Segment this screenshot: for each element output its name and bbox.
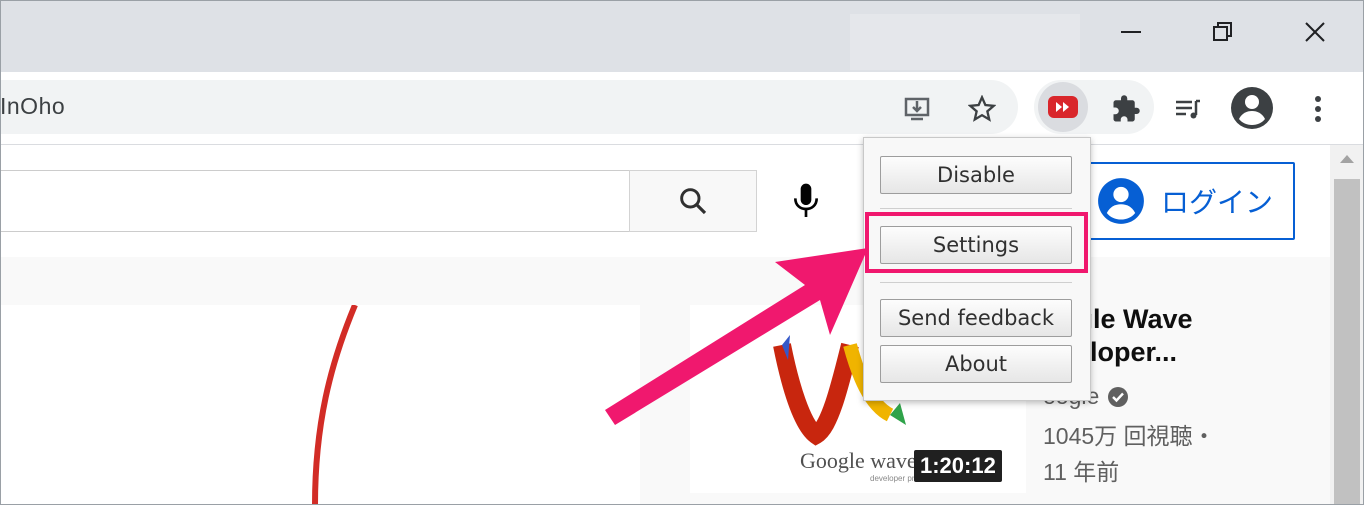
annotation-arrow bbox=[605, 248, 868, 425]
settings-highlight-box bbox=[865, 212, 1088, 273]
